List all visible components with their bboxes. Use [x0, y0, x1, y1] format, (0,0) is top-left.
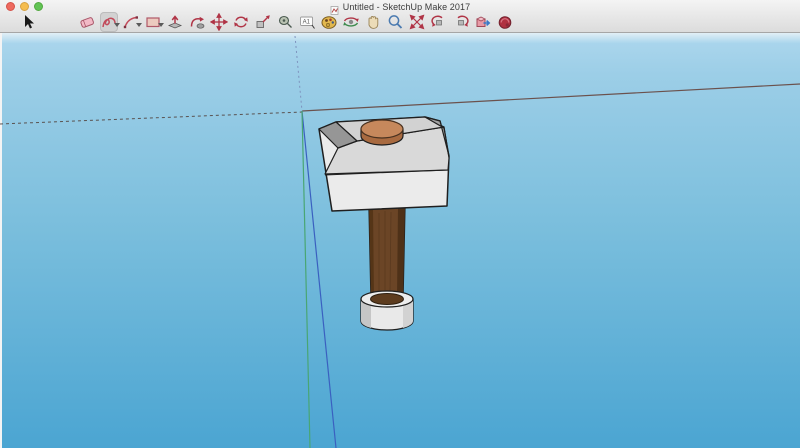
tool-freehand-button[interactable] — [100, 12, 120, 32]
tool-text-button[interactable]: A1 — [298, 12, 316, 32]
select-cursor-icon — [20, 13, 38, 31]
tool-next-button[interactable] — [452, 12, 470, 32]
tool-select-button[interactable] — [20, 12, 38, 32]
green-axis-line — [301, 110, 311, 448]
tool-arc-button[interactable] — [122, 12, 142, 32]
orbit-icon — [342, 13, 360, 31]
tool-rectangle-button[interactable] — [144, 12, 164, 32]
zoom-magnifier-icon — [386, 13, 404, 31]
scale-icon — [254, 13, 272, 31]
tool-get-models-button[interactable] — [474, 12, 492, 32]
tape-measure-icon — [276, 13, 294, 31]
window-title: Untitled - SketchUp Make 2017 — [342, 1, 471, 12]
tool-pan-button[interactable] — [364, 12, 382, 32]
move-icon — [210, 13, 228, 31]
dropdown-caret-icon[interactable] — [158, 23, 164, 27]
tool-paint-bucket-button[interactable] — [320, 12, 338, 32]
freehand-icon — [100, 13, 118, 31]
tool-move-button[interactable] — [210, 12, 228, 32]
previous-view-icon — [430, 13, 448, 31]
tool-scale-button[interactable] — [254, 12, 272, 32]
toolbar: A1 — [20, 11, 514, 33]
sketchup-window: Untitled - SketchUp Make 2017 A1 — [0, 0, 800, 448]
tool-orbit-button[interactable] — [342, 12, 360, 32]
dropdown-caret-icon[interactable] — [114, 23, 120, 27]
tool-extension-warehouse-button[interactable] — [496, 12, 514, 32]
eraser-icon — [78, 13, 96, 31]
blue-axis-negative-dashed — [294, 35, 303, 112]
tool-tape-measure-button[interactable] — [276, 12, 294, 32]
red-axis-line — [301, 83, 800, 112]
handle-ferrule[interactable] — [360, 290, 414, 331]
paint-bucket-icon — [320, 13, 338, 31]
tool-follow-me-button[interactable] — [188, 12, 206, 32]
arc-icon — [122, 13, 140, 31]
get-models-icon — [474, 13, 492, 31]
tool-zoom-button[interactable] — [386, 12, 404, 32]
document-icon — [330, 2, 339, 15]
tool-previous-button[interactable] — [430, 12, 448, 32]
rectangle-icon — [144, 13, 162, 31]
pan-hand-icon — [364, 13, 382, 31]
follow-me-icon — [188, 13, 206, 31]
tool-rotate-button[interactable] — [232, 12, 250, 32]
next-view-icon — [452, 13, 470, 31]
zoom-extents-icon — [408, 13, 426, 31]
svg-text:A1: A1 — [303, 20, 311, 26]
tool-eraser-button[interactable] — [78, 12, 96, 32]
dropdown-caret-icon[interactable] — [136, 23, 142, 27]
modeling-viewport[interactable] — [0, 33, 800, 448]
copper-cap-top — [360, 119, 404, 139]
handle-end-cap — [370, 293, 404, 305]
red-axis-negative-dashed — [0, 111, 303, 125]
title-toolbar: Untitled - SketchUp Make 2017 A1 — [0, 0, 800, 33]
tool-push-pull-button[interactable] — [166, 12, 184, 32]
rotate-icon — [232, 13, 250, 31]
extension-warehouse-icon — [496, 13, 514, 31]
hammer-model[interactable] — [318, 116, 450, 331]
text-icon: A1 — [298, 13, 316, 31]
hammer-handle[interactable] — [368, 205, 406, 301]
copper-cap[interactable] — [360, 119, 404, 146]
tool-zoom-extents-button[interactable] — [408, 12, 426, 32]
scene-canvas[interactable] — [0, 33, 800, 448]
push-pull-icon — [166, 13, 184, 31]
